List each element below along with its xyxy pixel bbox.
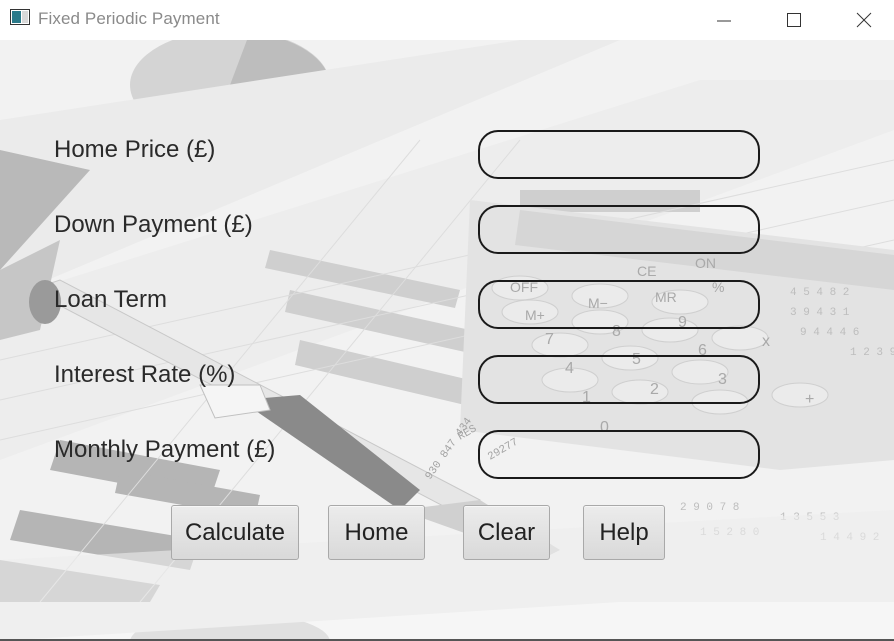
svg-text:9 4 4 4 6: 9 4 4 4 6 [800, 327, 859, 339]
finance-calculator-background: OFF CE ON M+ M− MR % 7 8 9 4 5 6 1 2 3 0… [0, 40, 894, 602]
svg-text:ON: ON [695, 255, 716, 271]
interest-rate-label: Interest Rate (%) [54, 361, 236, 388]
maximize-icon [787, 13, 801, 27]
calculate-button[interactable]: Calculate [171, 505, 299, 560]
minimize-button[interactable] [694, 0, 754, 40]
down-payment-input[interactable] [478, 205, 760, 254]
svg-text:CE: CE [637, 263, 656, 279]
svg-text:3 9 4 3 1: 3 9 4 3 1 [790, 307, 850, 319]
interest-rate-input[interactable] [478, 355, 760, 404]
home-button[interactable]: Home [328, 505, 425, 560]
main-form: OFF CE ON M+ M− MR % 7 8 9 4 5 6 1 2 3 0… [0, 40, 894, 602]
loan-term-label: Loan Term [54, 286, 167, 313]
background-strip-art [0, 602, 894, 641]
loan-term-input[interactable] [478, 280, 760, 329]
help-button[interactable]: Help [583, 505, 665, 560]
minimize-icon [717, 20, 731, 22]
svg-text:7: 7 [545, 331, 554, 348]
svg-text:x: x [762, 333, 770, 350]
maximize-button[interactable] [764, 0, 824, 40]
background-strip [0, 602, 894, 641]
home-price-label: Home Price (£) [54, 136, 216, 163]
window-title: Fixed Periodic Payment [38, 9, 220, 28]
svg-text:+: + [805, 391, 814, 408]
svg-text:1 2 3 9: 1 2 3 9 [850, 347, 894, 359]
home-price-input[interactable] [478, 130, 760, 179]
close-icon [856, 12, 872, 28]
svg-text:2 9 0 7 8: 2 9 0 7 8 [680, 502, 739, 514]
title-bar: Fixed Periodic Payment [0, 0, 894, 40]
down-payment-label: Down Payment (£) [54, 211, 253, 238]
svg-text:4 5 4 8 2: 4 5 4 8 2 [790, 287, 849, 299]
clear-button[interactable]: Clear [463, 505, 550, 560]
monthly-payment-label: Monthly Payment (£) [54, 436, 276, 463]
monthly-payment-input[interactable] [478, 430, 760, 479]
close-button[interactable] [834, 0, 894, 40]
app-icon [10, 9, 30, 25]
